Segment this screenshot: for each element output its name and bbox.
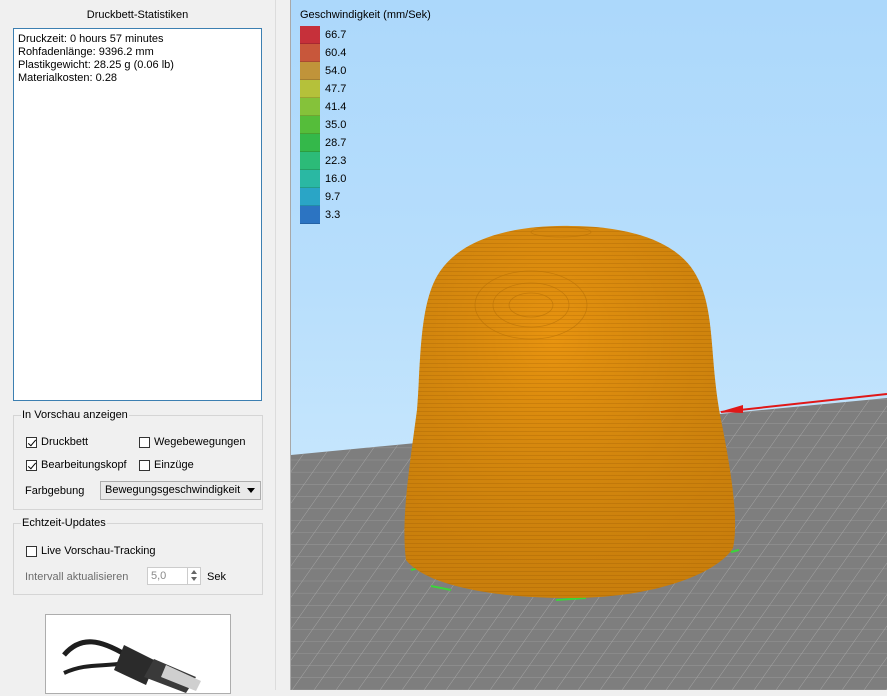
legend-entry: 41.4 xyxy=(300,98,431,116)
color-mode-row: Farbgebung Bewegungsgeschwindigkeit xyxy=(25,481,261,500)
legend-entry: 47.7 xyxy=(300,80,431,98)
checkbox-wegebewegungen[interactable]: Wegebewegungen xyxy=(139,436,246,448)
legend-value: 47.7 xyxy=(325,83,347,95)
legend-value: 66.7 xyxy=(325,29,347,41)
color-mode-value: Bewegungsgeschwindigkeit xyxy=(105,484,241,496)
legend-swatch xyxy=(300,188,320,206)
legend-swatch xyxy=(300,26,320,44)
splitter[interactable] xyxy=(275,0,291,690)
legend-value: 54.0 xyxy=(325,65,347,77)
legend-value: 28.7 xyxy=(325,137,347,149)
stats-textbox[interactable]: Druckzeit: 0 hours 57 minutes Rohfadenlä… xyxy=(13,28,262,401)
device-image-frame xyxy=(45,614,231,694)
stat-filament-length: Rohfadenlänge: 9396.2 mm xyxy=(18,46,154,58)
legend-entry: 28.7 xyxy=(300,134,431,152)
realtime-group-label: Echtzeit-Updates xyxy=(21,517,107,529)
checkbox-druckbett[interactable]: Druckbett xyxy=(26,436,88,448)
legend-value: 9.7 xyxy=(325,191,341,203)
stat-material-cost: Materialkosten: 0.28 xyxy=(18,72,118,84)
spin-buttons[interactable] xyxy=(187,568,200,584)
speed-legend: Geschwindigkeit (mm/Sek) 66.7 60.4 54.0 47.… xyxy=(300,9,431,224)
legend-entry: 22.3 xyxy=(300,152,431,170)
spin-down-icon[interactable] xyxy=(191,577,197,581)
legend-swatch xyxy=(300,206,320,224)
legend-entry: 9.7 xyxy=(300,188,431,206)
preview-viewport[interactable]: Geschwindigkeit (mm/Sek) 66.7 60.4 54.0 47.… xyxy=(291,0,887,690)
legend-value: 3.3 xyxy=(325,209,341,221)
interval-label: Intervall aktualisieren xyxy=(25,571,129,583)
legend-entry: 60.4 xyxy=(300,44,431,62)
legend-entry: 3.3 xyxy=(300,206,431,224)
realtime-groupbox: Echtzeit-Updates Live Vorschau-Tracking … xyxy=(13,517,263,595)
legend-value: 35.0 xyxy=(325,119,347,131)
legend-swatch xyxy=(300,80,320,98)
legend-value: 22.3 xyxy=(325,155,347,167)
usb-cable-icon xyxy=(62,617,214,693)
interval-spinbox[interactable]: 5,0 xyxy=(147,567,201,585)
live-tracking-label: Live Vorschau-Tracking xyxy=(41,545,156,557)
interval-unit: Sek xyxy=(207,571,226,583)
legend-entry: 35.0 xyxy=(300,116,431,134)
checkbox-bearbeitungskopf[interactable]: Bearbeitungskopf xyxy=(26,459,127,471)
panel-title: Druckbett-Statistiken xyxy=(86,9,189,21)
color-mode-label: Farbgebung xyxy=(25,485,85,497)
wegebewegungen-label: Wegebewegungen xyxy=(154,436,246,448)
legend-entry: 66.7 xyxy=(300,26,431,44)
chevron-down-icon xyxy=(247,488,255,493)
settings-panel: Druckbett-Statistiken Druckzeit: 0 hours… xyxy=(0,0,275,694)
einzuege-label: Einzüge xyxy=(154,459,194,471)
legend-value: 60.4 xyxy=(325,47,347,59)
legend-swatch xyxy=(300,62,320,80)
stat-print-time: Druckzeit: 0 hours 57 minutes xyxy=(18,33,164,45)
preview-groupbox: In Vorschau anzeigen Druckbett Wegebeweg… xyxy=(13,409,263,510)
legend-entry: 16.0 xyxy=(300,170,431,188)
legend-swatch xyxy=(300,152,320,170)
interval-value: 5,0 xyxy=(151,570,167,582)
stat-plastic-weight: Plastikgewicht: 28.25 g (0.06 lb) xyxy=(18,59,174,71)
legend-value: 16.0 xyxy=(325,173,347,185)
bearbeitungskopf-checkbox[interactable] xyxy=(26,459,37,471)
legend-swatch xyxy=(300,98,320,116)
legend-swatch xyxy=(300,116,320,134)
live-tracking-checkbox[interactable] xyxy=(26,545,37,557)
legend-title: Geschwindigkeit (mm/Sek) xyxy=(300,9,431,21)
einzuege-checkbox[interactable] xyxy=(139,459,150,471)
druckbett-checkbox[interactable] xyxy=(26,436,37,448)
wegebewegungen-checkbox[interactable] xyxy=(139,436,150,448)
spin-up-icon[interactable] xyxy=(191,570,197,574)
checkbox-einzuege[interactable]: Einzüge xyxy=(139,459,194,471)
legend-swatch xyxy=(300,44,320,62)
legend-value: 41.4 xyxy=(325,101,347,113)
color-mode-select[interactable]: Bewegungsgeschwindigkeit xyxy=(100,481,261,500)
legend-swatch xyxy=(300,170,320,188)
legend-entry: 54.0 xyxy=(300,62,431,80)
interval-row: Intervall aktualisieren 5,0 Sek xyxy=(25,567,226,585)
druckbett-label: Druckbett xyxy=(41,436,89,448)
bearbeitungskopf-label: Bearbeitungskopf xyxy=(41,459,127,471)
legend-swatch xyxy=(300,134,320,152)
axis-arrow-icon xyxy=(719,405,743,413)
checkbox-live-tracking[interactable]: Live Vorschau-Tracking xyxy=(26,545,156,557)
preview-group-label: In Vorschau anzeigen xyxy=(21,409,129,421)
model-shading xyxy=(404,225,736,598)
